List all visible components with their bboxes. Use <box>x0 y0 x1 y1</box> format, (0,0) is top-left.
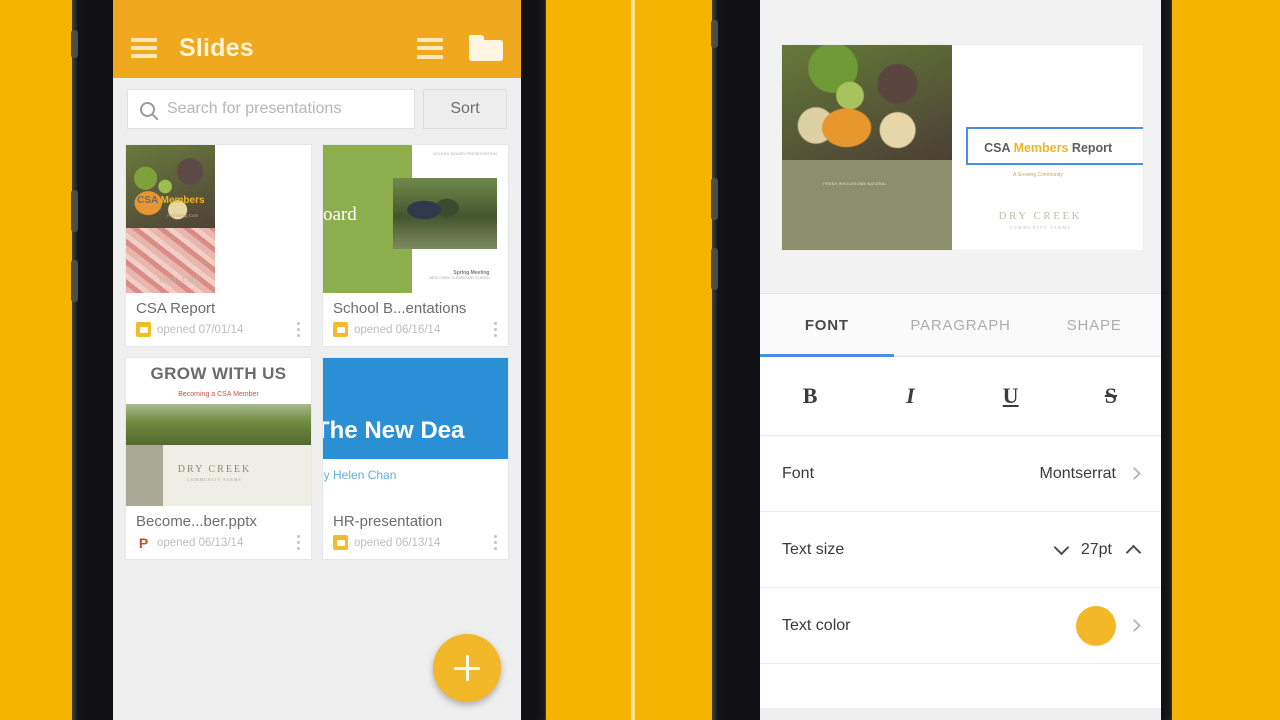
chevron-down-icon[interactable] <box>1053 539 1070 555</box>
text-size-label: Text size <box>782 540 845 558</box>
slides-file-icon <box>333 535 348 550</box>
file-card[interactable]: The New Dea by Helen Chan HR-presentatio… <box>322 357 509 560</box>
thumb-title: CSA Members <box>137 195 205 207</box>
slide-title: CSA Members Report <box>984 141 1113 156</box>
phone-right-mute-switch[interactable] <box>711 20 718 48</box>
phone-right-volume-down[interactable] <box>711 248 718 290</box>
search-placeholder: Search for presentations <box>167 100 342 117</box>
file-opened-date: opened 07/01/14 <box>157 323 244 336</box>
folder-icon[interactable] <box>469 35 503 61</box>
text-format-toolbar: B I U S <box>760 357 1161 436</box>
search-row: Search for presentations Sort <box>113 78 521 140</box>
slide-subtitle: A Growing Community <box>1013 172 1063 179</box>
file-name: HR-presentation <box>333 513 443 530</box>
underline-button[interactable]: U <box>961 357 1061 435</box>
phone-left-volume-down[interactable] <box>71 260 78 302</box>
slide-preview-area: FRESH WHOLESOME NATURAL CSA Members Repo… <box>760 0 1161 293</box>
file-overflow-menu-icon[interactable] <box>494 322 498 337</box>
file-opened-date: opened 06/13/14 <box>354 536 441 549</box>
tab-shape[interactable]: SHAPE <box>1027 294 1161 356</box>
font-value: Montserrat <box>1039 464 1116 482</box>
next-setting-row-partial[interactable] <box>760 664 1161 708</box>
chevron-right-icon <box>1128 467 1141 480</box>
sort-button[interactable]: Sort <box>423 89 507 129</box>
tab-paragraph[interactable]: PARAGRAPH <box>894 294 1028 356</box>
thumb-header: SCHOOL BOARD PRESENTATION <box>433 150 497 156</box>
thumb-word: oard <box>323 204 357 226</box>
file-card[interactable]: GROW WITH US Becoming a CSA Member DRY C… <box>125 357 312 560</box>
italic-button[interactable]: I <box>860 357 960 435</box>
backdrop-divider <box>631 0 635 720</box>
phone-left-volume-up[interactable] <box>71 190 78 232</box>
hamburger-icon[interactable] <box>131 38 157 58</box>
chevron-right-icon <box>1128 619 1141 632</box>
file-meta: HR-presentation opened 06/13/14 <box>323 506 508 559</box>
list-view-icon[interactable] <box>417 37 443 59</box>
thumb-header: GROW WITH US <box>150 363 287 383</box>
chevron-up-icon[interactable] <box>1125 544 1142 560</box>
slide-olive-text: FRESH WHOLESOME NATURAL <box>823 181 887 186</box>
text-color-setting-row[interactable]: Text color <box>760 588 1161 664</box>
phone-screen-left: Slides Search for presentations Sort CSA… <box>113 0 521 720</box>
format-tabs: FONT PARAGRAPH SHAPE <box>760 293 1161 357</box>
file-thumbnail: The New Dea by Helen Chan <box>323 358 508 506</box>
thumb-title: The New Dea <box>323 417 465 445</box>
status-bar <box>113 0 521 18</box>
slide-olive-block: FRESH WHOLESOME NATURAL <box>782 159 970 250</box>
file-overflow-menu-icon[interactable] <box>297 322 301 337</box>
file-thumbnail: GROW WITH US Becoming a CSA Member DRY C… <box>126 358 311 506</box>
file-thumbnail: CSA Members A Growing Com DRY CRE <box>126 145 311 293</box>
file-card[interactable]: CSA Members A Growing Com DRY CRE CSA Re… <box>125 144 312 347</box>
thumb-brand: DRY CREEK COMMUNITY FARMS <box>177 464 252 483</box>
file-meta: CSA Report opened 07/01/14 <box>126 293 311 346</box>
color-swatch[interactable] <box>1076 605 1116 646</box>
slide-brand: DRY CREEK COMMUNITY FARMS <box>998 209 1083 230</box>
powerpoint-file-icon: P <box>138 534 149 551</box>
thumb-subtitle: A Growing Com <box>166 213 199 219</box>
thumb-brand: DRY CRE <box>159 275 202 285</box>
phone-left-mute-switch[interactable] <box>71 30 78 58</box>
thumb-subtitle: Becoming a CSA Member <box>178 390 259 398</box>
phone-left-bezel-edge <box>72 0 79 720</box>
file-overflow-menu-icon[interactable] <box>297 535 301 550</box>
font-setting-row[interactable]: Font Montserrat <box>760 436 1161 512</box>
search-input[interactable]: Search for presentations <box>127 89 415 129</box>
font-label: Font <box>782 464 815 482</box>
file-name: CSA Report <box>136 300 216 317</box>
slide-canvas[interactable]: FRESH WHOLESOME NATURAL CSA Members Repo… <box>782 45 1143 250</box>
slides-file-icon <box>136 322 151 337</box>
phone-right-bezel-edge <box>712 0 719 720</box>
text-size-setting-row[interactable]: Text size 27pt <box>760 512 1161 588</box>
thumb-author: by Helen Chan <box>323 467 397 482</box>
text-color-label: Text color <box>782 616 851 634</box>
plus-icon <box>454 655 480 681</box>
file-card[interactable]: SCHOOL BOARD PRESENTATION oard Spring Me… <box>322 144 509 347</box>
file-name: Become...ber.pptx <box>136 513 257 530</box>
tab-font[interactable]: FONT <box>760 294 894 357</box>
search-icon <box>140 101 155 117</box>
file-overflow-menu-icon[interactable] <box>494 535 498 550</box>
file-grid: CSA Members A Growing Com DRY CRE CSA Re… <box>113 140 521 560</box>
phone-right-volume-up[interactable] <box>711 178 718 220</box>
app-bar: Slides <box>113 18 521 78</box>
phone-screen-right: FRESH WHOLESOME NATURAL CSA Members Repo… <box>760 0 1161 720</box>
bold-button[interactable]: B <box>760 357 860 435</box>
text-size-value: 27pt <box>1080 540 1112 558</box>
thumb-caption: Spring Meeting WIDE CREEK ELEMENTARY SCHO… <box>429 269 490 280</box>
slides-file-icon <box>333 322 348 337</box>
file-thumbnail: SCHOOL BOARD PRESENTATION oard Spring Me… <box>323 145 508 293</box>
page-title: Slides <box>179 33 254 62</box>
file-name: School B...entations <box>333 300 467 317</box>
strikethrough-button[interactable]: S <box>1061 357 1161 435</box>
file-meta: School B...entations opened 06/16/14 <box>323 293 508 346</box>
file-opened-date: opened 06/16/14 <box>354 323 441 336</box>
file-meta: Become...ber.pptx P opened 06/13/14 <box>126 506 311 559</box>
file-opened-date: opened 06/13/14 <box>157 536 244 549</box>
create-new-button[interactable] <box>433 634 501 702</box>
